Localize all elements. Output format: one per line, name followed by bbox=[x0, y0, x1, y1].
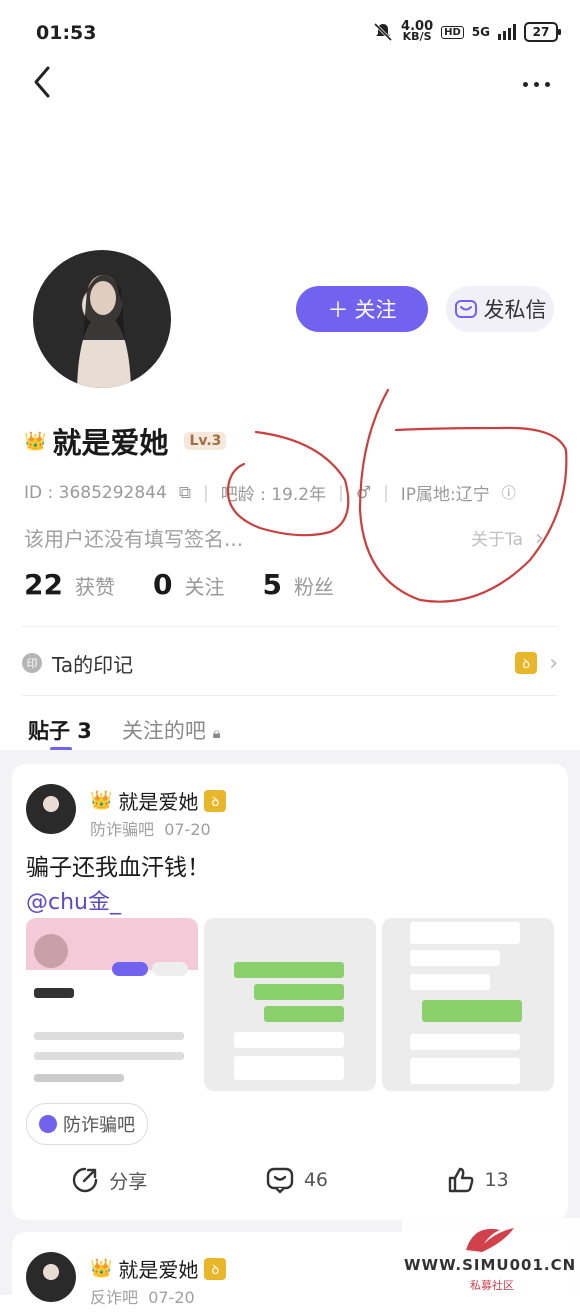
battery-icon: 27 bbox=[524, 22, 561, 42]
fans-label: 粉丝 bbox=[293, 575, 334, 599]
divider: | bbox=[338, 482, 344, 503]
post-bar-tag[interactable]: 防诈骗吧 bbox=[26, 1103, 148, 1145]
post-actions: 分享 46 13 bbox=[12, 1166, 568, 1194]
divider bbox=[22, 695, 558, 696]
post-mention[interactable]: @chu金_ bbox=[26, 884, 121, 916]
back-chevron-icon[interactable] bbox=[30, 62, 56, 102]
mute-bell-icon bbox=[373, 22, 393, 42]
stats-row: 22 获赞 0 关注 5 粉丝 bbox=[24, 568, 360, 601]
user-id: ID : 3685292844 bbox=[24, 482, 167, 503]
comment-button[interactable]: 46 bbox=[266, 1166, 328, 1194]
gender-male-icon: ♂ bbox=[355, 482, 372, 503]
watermark-logo bbox=[466, 1228, 514, 1252]
network-speed: 4.00 KB/S bbox=[401, 19, 434, 43]
bar-age: 吧龄 : 19.2年 bbox=[220, 485, 327, 505]
likes-count[interactable]: 22 bbox=[24, 568, 63, 601]
tab-followed-bars[interactable]: 关注的吧 🔒︎ bbox=[122, 715, 221, 745]
planet-icon bbox=[39, 1115, 57, 1133]
post-image[interactable] bbox=[204, 918, 376, 1091]
status-icons: 4.00 KB/S HD 5G 27 bbox=[373, 19, 561, 43]
crown-icon: 👑 bbox=[24, 430, 47, 452]
hd-badge: HD bbox=[441, 25, 464, 39]
crown-icon: 👑 bbox=[90, 790, 113, 811]
signature: 该用户还没有填写签名... bbox=[24, 527, 244, 551]
help-icon[interactable]: ⓘ bbox=[502, 483, 516, 503]
likes-label: 获赞 bbox=[74, 575, 115, 599]
post-image[interactable] bbox=[382, 918, 554, 1091]
post-date: 07-20 bbox=[148, 1288, 195, 1307]
more-dots-icon[interactable] bbox=[520, 72, 553, 91]
bar-badge-icon: ꝺ bbox=[204, 789, 227, 812]
status-bar: 01:53 4.00 KB/S HD 5G 27 bbox=[0, 0, 580, 66]
level-badge: Lv.3 bbox=[184, 432, 227, 450]
post-images bbox=[26, 918, 554, 1091]
thumbs-up-icon bbox=[448, 1167, 473, 1193]
post-author-row: 👑 就是爱她 ꝺ bbox=[90, 1254, 227, 1283]
crown-icon: 👑 bbox=[90, 1258, 113, 1279]
post-author-row: 👑 就是爱她 ꝺ bbox=[90, 786, 227, 815]
profile-name: 就是爱她 bbox=[52, 426, 169, 460]
network-type: 5G bbox=[471, 25, 490, 39]
post-author-avatar[interactable] bbox=[26, 784, 76, 834]
post-image[interactable] bbox=[26, 918, 198, 1091]
message-button[interactable]: 发私信 bbox=[446, 286, 554, 332]
share-button[interactable]: 分享 bbox=[71, 1166, 147, 1194]
following-count[interactable]: 0 bbox=[153, 568, 172, 601]
post-author-name[interactable]: 就是爱她 bbox=[118, 786, 198, 815]
divider bbox=[22, 626, 558, 627]
plus-icon: ＋ bbox=[327, 298, 349, 322]
bar-badge-icon: ꝺ bbox=[204, 1257, 227, 1280]
status-time: 01:53 bbox=[36, 22, 97, 44]
profile-meta: ID : 3685292844 ⧉ | 吧龄 : 19.2年 | ♂ | IP属… bbox=[24, 480, 516, 506]
watermark-sub: 私募社区 bbox=[470, 1279, 514, 1292]
divider: | bbox=[202, 482, 209, 503]
divider: | bbox=[383, 482, 389, 503]
follow-button[interactable]: ＋关注 bbox=[296, 286, 428, 332]
watermark-text: WWW.SIMU001.CN bbox=[404, 1256, 577, 1274]
like-button[interactable]: 13 bbox=[447, 1166, 509, 1194]
post-bar[interactable]: 反诈吧 bbox=[90, 1288, 138, 1307]
chevron-right-icon: › bbox=[549, 650, 558, 676]
post-author-name[interactable]: 就是爱她 bbox=[118, 1254, 198, 1283]
lock-icon: 🔒︎ bbox=[212, 724, 221, 742]
post-bar[interactable]: 防诈骗吧 bbox=[90, 820, 154, 839]
name-row: 👑 就是爱她 Lv.3 bbox=[24, 420, 227, 462]
fans-count[interactable]: 5 bbox=[262, 568, 281, 601]
post-meta: 反诈吧 07-20 bbox=[90, 1284, 195, 1308]
message-icon bbox=[454, 300, 477, 318]
profile-tabs: 贴子 3 关注的吧 🔒︎ bbox=[28, 715, 221, 751]
about-link[interactable]: 关于Ta › bbox=[471, 525, 544, 551]
mark-icon: 印 bbox=[22, 653, 42, 673]
post-date: 07-20 bbox=[164, 820, 211, 839]
profile-avatar[interactable] bbox=[33, 250, 171, 388]
copy-icon[interactable]: ⧉ bbox=[179, 483, 191, 503]
share-icon bbox=[73, 1167, 98, 1193]
chevron-right-icon: › bbox=[535, 526, 544, 551]
comment-icon bbox=[266, 1167, 294, 1194]
following-label: 关注 bbox=[184, 575, 225, 599]
bar-badge-icon: ꝺ bbox=[515, 652, 538, 674]
marks-label: Ta的印记 bbox=[52, 652, 134, 677]
tab-posts[interactable]: 贴子 3 bbox=[28, 715, 92, 751]
marks-row[interactable]: 印 Ta的印记 ꝺ › bbox=[22, 647, 558, 679]
post-title[interactable]: 骗子还我血汗钱！ bbox=[26, 848, 210, 882]
signal-icon bbox=[498, 24, 516, 40]
post-meta: 防诈骗吧 07-20 bbox=[90, 816, 211, 840]
ip-location: IP属地:辽宁 bbox=[400, 485, 490, 505]
